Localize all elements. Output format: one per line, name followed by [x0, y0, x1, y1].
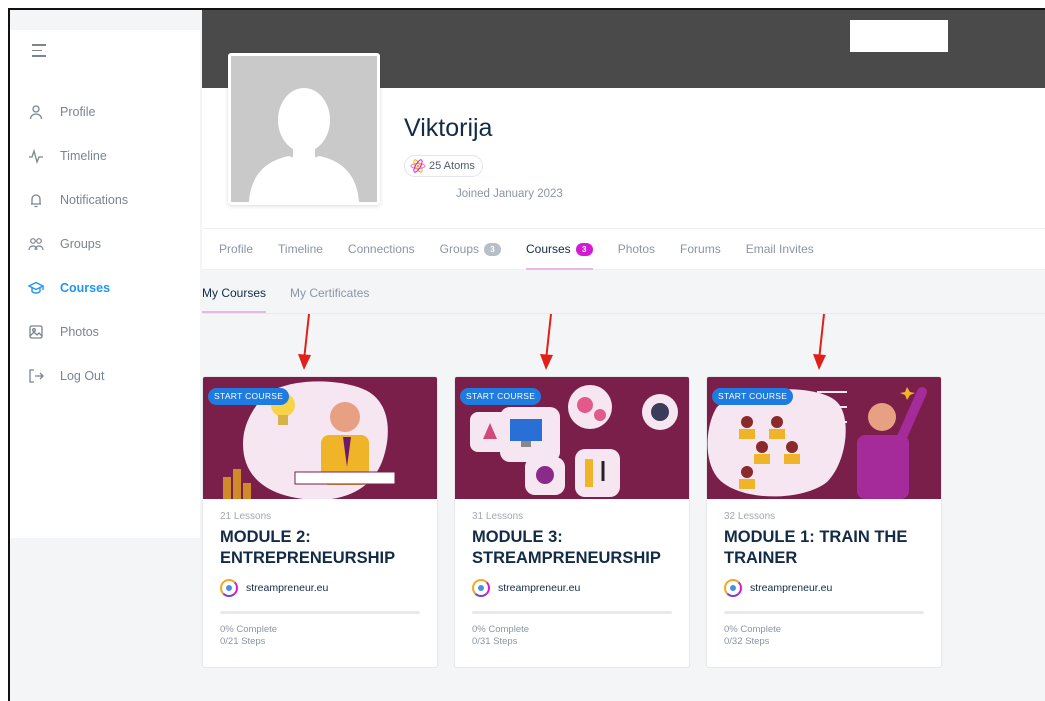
steps-count: 0/21 Steps: [220, 636, 266, 647]
logout-icon: [26, 366, 46, 386]
course-card[interactable]: START COURSE 32 Lessons MODULE 1: TRAIN …: [706, 376, 942, 668]
author-name: streampreneur.eu: [498, 582, 581, 594]
tab-label: Timeline: [278, 242, 323, 256]
atoms-badge[interactable]: 25 Atoms: [404, 155, 483, 177]
course-title[interactable]: MODULE 1: TRAIN THE TRAINER: [724, 527, 924, 571]
sidebar-nav: Profile Timeline Notifications Groups Co…: [26, 90, 196, 398]
sidebar-item-photos[interactable]: Photos: [26, 310, 196, 354]
sidebar-item-label: Timeline: [60, 149, 107, 163]
users-icon: [26, 234, 46, 254]
tab-label: Forums: [680, 242, 721, 256]
author-logo-icon: [220, 579, 238, 597]
lesson-count: 21 Lessons: [220, 511, 272, 522]
percent-complete: 0% Complete: [724, 624, 782, 635]
activity-icon: [26, 146, 46, 166]
cover-overlay-box: [850, 20, 948, 52]
profile-tabs: Profile Timeline Connections Groups 3 Cou…: [202, 228, 1045, 270]
count-badge: 3: [484, 242, 501, 256]
author-name: streampreneur.eu: [750, 582, 833, 594]
course-title[interactable]: MODULE 3: STREAMPRENEURSHIP: [472, 527, 672, 571]
course-author[interactable]: streampreneur.eu: [220, 577, 420, 599]
tab-courses[interactable]: Courses 3: [526, 229, 593, 270]
atom-icon: [410, 159, 426, 173]
course-subtabs: My Courses My Certificates: [202, 282, 1045, 314]
start-course-button[interactable]: START COURSE: [460, 388, 542, 405]
sidebar-item-notifications[interactable]: Notifications: [26, 178, 196, 222]
tab-label: Photos: [617, 242, 656, 256]
avatar[interactable]: [228, 53, 380, 205]
annotation-arrow: [298, 313, 311, 370]
sidebar-item-label: Profile: [60, 105, 96, 119]
start-course-button[interactable]: START COURSE: [208, 388, 290, 405]
sidebar-item-label: Courses: [60, 281, 111, 295]
default-avatar-icon: [249, 88, 359, 202]
user-icon: [26, 102, 46, 122]
course-thumbnail[interactable]: START COURSE: [707, 377, 941, 499]
sidebar-item-groups[interactable]: Groups: [26, 222, 196, 266]
annotation-arrow: [540, 313, 553, 370]
percent-complete: 0% Complete: [472, 624, 530, 635]
tab-groups[interactable]: Groups 3: [440, 229, 501, 269]
profile-name: Viktorija: [404, 114, 493, 142]
course-title[interactable]: MODULE 2: ENTREPRENEURSHIP: [220, 527, 420, 571]
tab-connections[interactable]: Connections: [348, 229, 415, 269]
sidebar: Profile Timeline Notifications Groups Co…: [10, 30, 200, 538]
tab-forums[interactable]: Forums: [680, 229, 721, 269]
tab-label: Groups: [439, 242, 479, 256]
menu-toggle-icon[interactable]: [32, 44, 46, 57]
progress-bar: [220, 611, 420, 614]
course-card[interactable]: START COURSE 21 Lessons MODULE 2: ENTREP…: [202, 376, 438, 668]
author-name: streampreneur.eu: [246, 582, 329, 594]
course-author[interactable]: streampreneur.eu: [472, 577, 672, 599]
subtab-my-courses[interactable]: My Courses: [202, 282, 267, 313]
start-course-button[interactable]: START COURSE: [712, 388, 794, 405]
course-card[interactable]: START COURSE 31 Lessons MODULE 3: STREAM…: [454, 376, 690, 668]
sidebar-item-profile[interactable]: Profile: [26, 90, 196, 134]
sidebar-item-label: Notifications: [60, 193, 129, 207]
joined-date: Joined January 2023: [456, 188, 563, 200]
tab-timeline[interactable]: Timeline: [278, 229, 323, 269]
count-badge: 3: [575, 242, 593, 256]
subtab-my-certificates[interactable]: My Certificates: [290, 282, 369, 313]
author-logo-icon: [472, 579, 490, 597]
author-logo-icon: [724, 579, 742, 597]
sidebar-item-label: Groups: [60, 237, 101, 251]
page-frame: Profile Timeline Notifications Groups Co…: [8, 8, 1045, 701]
bell-icon: [26, 190, 46, 210]
course-author[interactable]: streampreneur.eu: [724, 577, 924, 599]
steps-count: 0/32 Steps: [724, 636, 770, 647]
course-thumbnail[interactable]: START COURSE: [203, 377, 437, 499]
sidebar-item-label: Log Out: [60, 369, 105, 383]
sidebar-item-courses[interactable]: Courses: [26, 266, 196, 310]
sidebar-item-label: Photos: [60, 325, 99, 339]
course-thumbnail[interactable]: START COURSE: [455, 377, 689, 499]
percent-complete: 0% Complete: [220, 624, 278, 635]
image-icon: [26, 322, 46, 342]
sidebar-item-timeline[interactable]: Timeline: [26, 134, 196, 178]
atoms-count: 25 Atoms: [429, 160, 475, 172]
tab-label: Connections: [347, 242, 415, 256]
lesson-count: 31 Lessons: [472, 511, 524, 522]
lesson-count: 32 Lessons: [724, 511, 776, 522]
tab-label: Profile: [219, 242, 254, 256]
sidebar-item-logout[interactable]: Log Out: [26, 354, 196, 398]
tab-label: Email Invites: [745, 242, 814, 256]
tab-profile[interactable]: Profile: [219, 229, 253, 269]
progress-bar: [472, 611, 672, 614]
graduation-cap-icon: [26, 278, 46, 298]
progress-bar: [724, 611, 924, 614]
tab-photos[interactable]: Photos: [618, 229, 655, 269]
steps-count: 0/31 Steps: [472, 636, 518, 647]
tab-label: Courses: [526, 242, 571, 256]
annotation-arrow: [813, 313, 826, 370]
tab-email-invites[interactable]: Email Invites: [746, 229, 814, 269]
